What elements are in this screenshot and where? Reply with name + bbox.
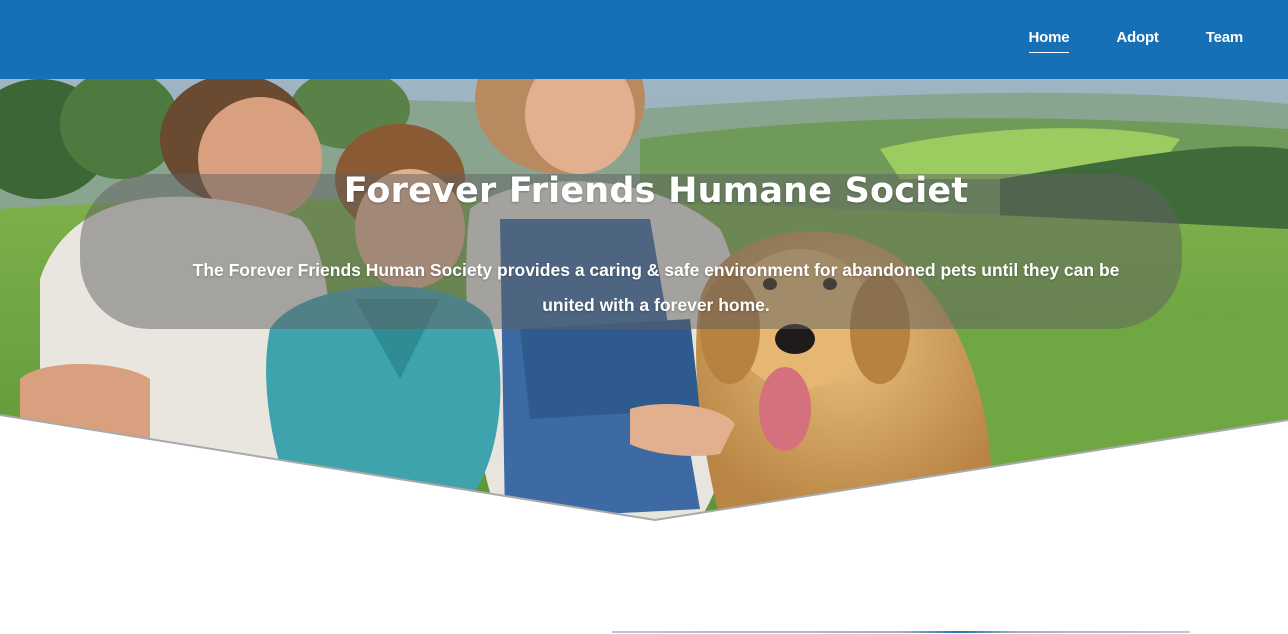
- navbar: Home Adopt Team: [0, 0, 1288, 79]
- nav-link-adopt[interactable]: Adopt: [1116, 29, 1159, 53]
- nav-link-home[interactable]: Home: [1028, 29, 1070, 53]
- hero-title: Forever Friends Humane Societ: [343, 171, 969, 211]
- section-divider: [612, 631, 1190, 633]
- hero-section: Forever Friends Humane Societ The Foreve…: [0, 79, 1288, 524]
- nav-links: Home Adopt Team: [1028, 29, 1243, 53]
- hero-description: The Forever Friends Human Society provid…: [192, 260, 1120, 315]
- nav-link-team[interactable]: Team: [1206, 29, 1243, 53]
